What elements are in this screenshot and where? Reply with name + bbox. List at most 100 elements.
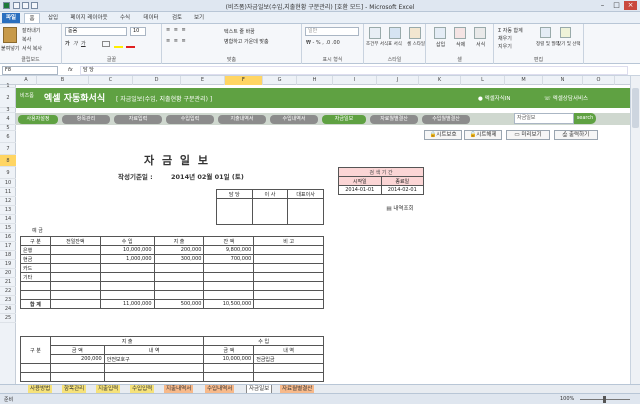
conditional-format-button[interactable]: 조건부 서식 <box>366 41 388 47</box>
row-header[interactable]: 19 <box>0 260 16 269</box>
detail-cell[interactable] <box>253 372 324 382</box>
row-header[interactable]: 6 <box>0 131 16 143</box>
deposit-cell[interactable]: 은행 <box>20 245 51 255</box>
format-painter-button[interactable]: 서식 복사 <box>22 45 42 52</box>
approval-sign-cell[interactable] <box>251 198 289 225</box>
row-header[interactable]: 2 <box>0 88 16 108</box>
column-header[interactable]: E <box>181 76 225 85</box>
tab-home[interactable]: 홈 <box>24 13 40 23</box>
maximize-icon[interactable]: □ <box>610 1 623 10</box>
detail-cell[interactable] <box>49 363 105 373</box>
approval-sign-cell[interactable] <box>287 198 324 225</box>
detail-cell[interactable] <box>203 363 255 373</box>
formula-input[interactable]: 담 당 <box>80 66 628 75</box>
deposit-cell[interactable]: 기타 <box>20 272 51 282</box>
minimize-icon[interactable]: – <box>596 1 609 10</box>
underline-icon[interactable]: 가 <box>81 40 86 47</box>
font-name-select[interactable]: 돋움 <box>65 27 127 36</box>
detail-cell[interactable] <box>49 372 105 382</box>
scroll-thumb[interactable] <box>632 88 639 128</box>
deposit-cell[interactable] <box>203 272 255 282</box>
deposit-cell[interactable]: 300,000 <box>153 254 205 264</box>
protect-sheet-button[interactable]: 🔒시트보호 <box>424 130 462 140</box>
vertical-scrollbar[interactable] <box>630 76 640 384</box>
print-button[interactable]: ⎙ 출력하기 <box>554 130 598 140</box>
find-select-button[interactable]: 찾기 및 선택 <box>557 41 581 47</box>
deposit-cell[interactable] <box>153 281 205 291</box>
period-end-input[interactable]: 2014-02-01 <box>380 185 424 195</box>
tab-review[interactable]: 검토 <box>168 13 186 23</box>
tab-file[interactable]: 파일 <box>2 13 20 23</box>
row-header[interactable]: 20 <box>0 269 16 278</box>
deposit-cell[interactable] <box>49 290 101 300</box>
deposit-cell[interactable] <box>49 272 101 282</box>
paste-button[interactable]: 붙여넣기 <box>1 45 19 52</box>
row-header[interactable]: 23 <box>0 296 16 305</box>
zoom-slider-handle[interactable] <box>603 396 606 403</box>
fx-icon[interactable]: fx <box>68 67 73 73</box>
row-header[interactable]: 24 <box>0 305 16 314</box>
nav-item[interactable]: 수입내역서 <box>270 115 318 124</box>
insert-cells-button[interactable]: 삽입 <box>436 41 445 48</box>
detail-cell[interactable]: 안전보호구 <box>103 354 205 364</box>
deposit-cell[interactable] <box>49 254 101 264</box>
deposit-cell[interactable] <box>153 263 205 273</box>
tab-data[interactable]: 데이터 <box>138 13 164 23</box>
link-consulting[interactable]: ☏ 엑셀상담서비스 <box>544 94 588 102</box>
deposit-cell[interactable] <box>203 281 255 291</box>
deposit-cell[interactable] <box>153 272 205 282</box>
row-header[interactable]: 7 <box>0 143 16 155</box>
align-top-icons[interactable]: ≡ ≡ ≡ <box>166 27 187 33</box>
worksheet[interactable]: 비즈폼 엑셀 자동화서식 [ 자금일보(수입, 지출현황 구분관리) ] ● 엑… <box>16 85 630 384</box>
deposit-cell[interactable] <box>153 290 205 300</box>
deposit-cell[interactable]: 700,000 <box>203 254 255 264</box>
deposit-cell[interactable] <box>253 245 324 255</box>
column-header[interactable]: A <box>16 76 37 85</box>
name-box[interactable]: F8 <box>2 66 58 75</box>
detail-cell[interactable] <box>20 363 51 373</box>
row-header[interactable]: 15 <box>0 224 16 233</box>
close-icon[interactable]: × <box>624 1 637 10</box>
nav-item[interactable]: 자료월별결산 <box>370 115 418 124</box>
autosum-button[interactable]: Σ 자동 합계 <box>498 27 523 34</box>
font-size-select[interactable]: 10 <box>130 27 146 36</box>
row-header[interactable]: 18 <box>0 251 16 260</box>
row-header[interactable]: 13 <box>0 206 16 215</box>
row-header[interactable]: 16 <box>0 233 16 242</box>
align-left-icons[interactable]: ≡ ≡ ≡ <box>166 38 187 44</box>
search-input[interactable]: 자금일보 <box>514 113 574 124</box>
deposit-cell[interactable]: 200,000 <box>153 245 205 255</box>
column-header[interactable]: C <box>89 76 133 85</box>
deposit-cell[interactable] <box>203 263 255 273</box>
deposit-cell[interactable] <box>253 254 324 264</box>
deposit-cell[interactable] <box>20 290 51 300</box>
column-header[interactable]: K <box>419 76 461 85</box>
row-header[interactable]: 25 <box>0 314 16 323</box>
format-cells-button[interactable]: 서식 <box>476 41 485 48</box>
column-header[interactable]: I <box>333 76 377 85</box>
italic-icon[interactable]: 가 <box>73 40 78 47</box>
tab-view[interactable]: 보기 <box>190 13 208 23</box>
sort-filter-icon[interactable] <box>540 27 551 38</box>
row-header[interactable]: 10 <box>0 179 16 188</box>
font-color-icon[interactable] <box>126 46 135 48</box>
deposit-cell[interactable] <box>99 290 155 300</box>
column-header[interactable]: N <box>543 76 583 85</box>
column-header[interactable]: H <box>297 76 333 85</box>
column-header[interactable]: M <box>505 76 543 85</box>
detail-cell[interactable]: 10,000,000 <box>203 354 255 364</box>
cell-styles-icon[interactable] <box>409 27 421 39</box>
row-header[interactable]: 17 <box>0 242 16 251</box>
tab-formulas[interactable]: 수식 <box>116 13 134 23</box>
nav-item[interactable]: 자료입력 <box>114 115 162 124</box>
deposit-cell[interactable] <box>253 290 324 300</box>
column-header[interactable]: F <box>225 76 263 85</box>
nav-item[interactable]: 수입입력 <box>166 115 214 124</box>
tab-insert[interactable]: 삽입 <box>44 13 62 23</box>
copy-button[interactable]: 복사 <box>22 36 31 43</box>
column-header[interactable]: O <box>583 76 615 85</box>
deposit-cell[interactable] <box>253 263 324 273</box>
cut-button[interactable]: 잘라내기 <box>22 27 40 34</box>
period-start-input[interactable]: 2014-01-01 <box>338 185 382 195</box>
deposit-cell[interactable] <box>99 263 155 273</box>
